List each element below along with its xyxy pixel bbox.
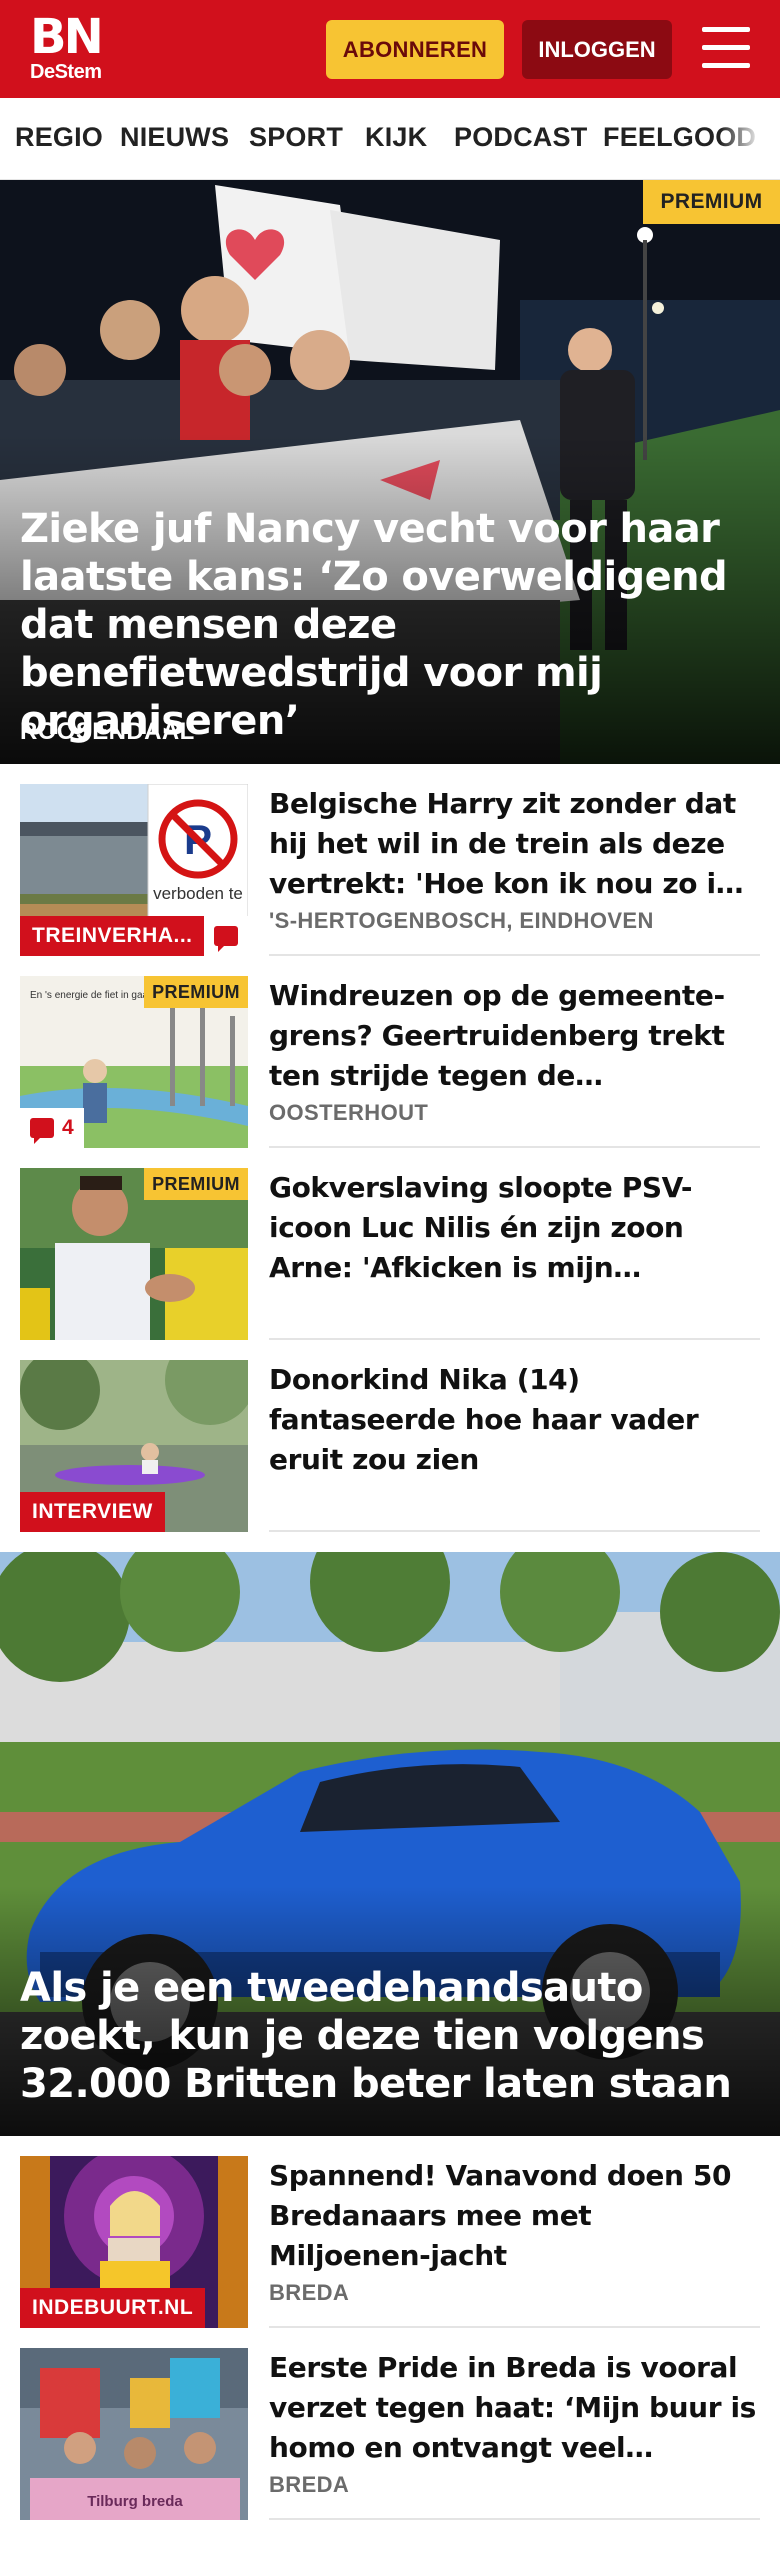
svg-text:Tilburg breda: Tilburg breda	[87, 2493, 183, 2510]
nav-item-sport[interactable]: SPORT	[249, 122, 343, 153]
article-title[interactable]: Eerste Pride in Breda is vooral verzet t…	[269, 2348, 760, 2468]
article-row[interactable]: P verboden te TREINVERHA... Belgische Ha…	[20, 764, 760, 956]
article-row[interactable]: PREMIUM Gokverslaving sloopte PSV-icoon …	[20, 1148, 760, 1340]
article-row[interactable]: INDEBUURT.NL Spannend! Vanavond doen 50 …	[20, 2136, 760, 2328]
category-tag[interactable]: INTERVIEW	[20, 1492, 165, 1532]
article-title[interactable]: Gokverslaving sloopte PSV-icoon Luc Nili…	[269, 1168, 760, 1288]
nav-item-kijk[interactable]: KIJK	[365, 122, 427, 153]
top-header: BN DeStem ABONNEREN INLOGGEN	[0, 0, 780, 98]
article-location: OOSTERHOUT	[269, 1100, 429, 1125]
article-row[interactable]: En 's energie de fiet in gaat zitten PRE…	[20, 956, 760, 1148]
comment-count: 4	[62, 1116, 74, 1139]
comment-badge[interactable]	[204, 916, 248, 956]
hero-title[interactable]: Zieke juf Nancy vecht voor haar laatste …	[20, 505, 760, 745]
hero-article-car[interactable]: Als je een tweedehandsauto zoekt, kun je…	[0, 1552, 780, 2136]
hero-location: ROOSENDAAL	[20, 718, 195, 745]
article-row[interactable]: INTERVIEW Donorkind Nika (14) fantaseerd…	[20, 1340, 760, 1532]
article-row[interactable]: Tilburg breda Eerste Pride in Breda is v…	[20, 2328, 760, 2520]
article-location: 'S-HERTOGENBOSCH, EINDHOVEN	[269, 908, 654, 933]
category-tag[interactable]: INDEBUURT.NL	[20, 2288, 206, 2328]
nav-item-podcast[interactable]: PODCAST	[454, 122, 587, 153]
article-thumbnail: En 's energie de fiet in gaat zitten PRE…	[20, 976, 248, 1148]
article-location: BREDA	[269, 2280, 350, 2305]
hero-title[interactable]: Als je een tweedehandsauto zoekt, kun je…	[20, 1964, 760, 2108]
article-title[interactable]: Windreuzen op de gemeente-grens? Geertru…	[269, 976, 760, 1096]
section-nav: REGIO NIEUWS SPORT KIJK PODCAST FEELGOOD…	[0, 98, 780, 180]
logo-sub: DeStem	[30, 61, 102, 83]
comment-icon	[30, 1118, 54, 1144]
comment-icon	[214, 926, 238, 952]
row-divider	[269, 1530, 760, 1532]
article-thumbnail: INTERVIEW	[20, 1360, 248, 1532]
login-button[interactable]: INLOGGEN	[522, 20, 672, 79]
article-title[interactable]: Belgische Harry zit zonder dat hij het w…	[269, 784, 760, 904]
logo-main: BN	[30, 9, 104, 65]
article-thumbnail: INDEBUURT.NL	[20, 2156, 248, 2328]
pride-parade-image: Tilburg breda	[20, 2348, 248, 2520]
category-tag[interactable]: TREINVERHA...	[20, 916, 205, 956]
menu-icon[interactable]	[702, 27, 750, 69]
article-thumbnail: PREMIUM	[20, 1168, 248, 1340]
article-title[interactable]: Spannend! Vanavond doen 50 Bredanaars me…	[269, 2156, 760, 2276]
svg-text:verboden te: verboden te	[153, 884, 243, 903]
premium-badge: PREMIUM	[144, 1168, 248, 1200]
premium-badge: PREMIUM	[643, 180, 780, 224]
article-location: BREDA	[269, 2472, 350, 2497]
bndestem-logo[interactable]: BN DeStem	[30, 9, 104, 83]
article-thumbnail: Tilburg breda	[20, 2348, 248, 2520]
nav-fade	[720, 98, 780, 179]
hero-article[interactable]: PREMIUM Zieke juf Nancy vecht voor haar …	[0, 180, 780, 764]
article-title[interactable]: Donorkind Nika (14) fantaseerde hoe haar…	[269, 1360, 760, 1480]
subscribe-button[interactable]: ABONNEREN	[326, 20, 504, 79]
premium-badge: PREMIUM	[144, 976, 248, 1008]
article-thumbnail: P verboden te TREINVERHA...	[20, 784, 248, 956]
comment-badge[interactable]: 4	[20, 1108, 84, 1148]
nav-item-regio[interactable]: REGIO	[15, 122, 103, 153]
nav-item-nieuws[interactable]: NIEUWS	[120, 122, 229, 153]
row-divider	[269, 2518, 760, 2520]
